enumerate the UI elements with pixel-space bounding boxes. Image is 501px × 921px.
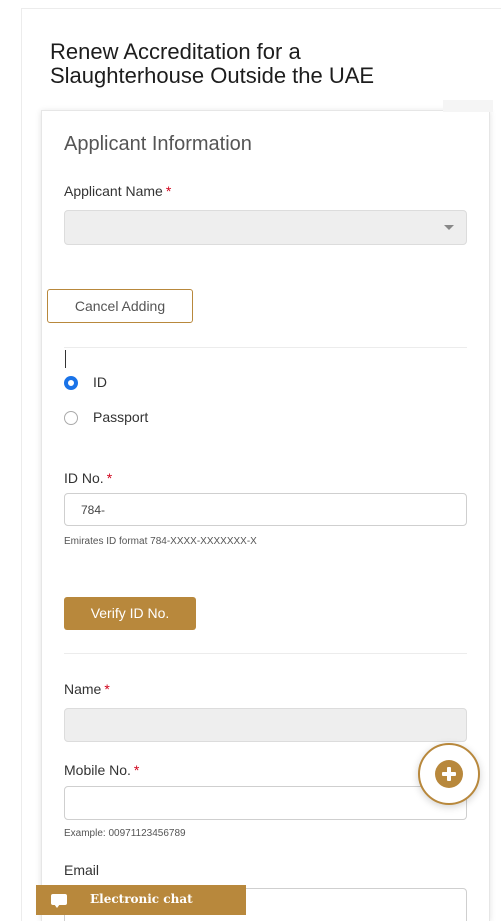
mobile-label: Mobile No. * bbox=[64, 762, 139, 778]
radio-label-passport: Passport bbox=[93, 409, 149, 425]
chevron-down-icon bbox=[444, 225, 454, 230]
radio-unselected-icon[interactable] bbox=[64, 411, 78, 425]
id-number-input[interactable]: 784- bbox=[64, 493, 467, 526]
page-title: Renew Accreditation for a Slaughterhouse… bbox=[50, 39, 375, 88]
radio-label-id: ID bbox=[93, 374, 107, 390]
email-label: Email bbox=[64, 862, 100, 878]
id-number-label-text: ID No. bbox=[64, 470, 104, 486]
card-header-strip bbox=[443, 100, 493, 112]
add-floating-button[interactable] bbox=[418, 743, 480, 805]
required-mark: * bbox=[106, 470, 113, 486]
id-number-label: ID No. * bbox=[64, 470, 112, 486]
id-number-value: 784- bbox=[81, 503, 106, 517]
chat-bubble-icon bbox=[51, 894, 67, 908]
divider bbox=[64, 653, 467, 654]
id-number-help: Emirates ID format 784-XXXX-XXXXXXX-X bbox=[64, 536, 257, 547]
applicant-name-label: Applicant Name * bbox=[64, 183, 171, 199]
cancel-adding-button[interactable]: Cancel Adding bbox=[47, 289, 193, 323]
mobile-input[interactable] bbox=[64, 786, 467, 820]
mobile-label-text: Mobile No. bbox=[64, 762, 131, 778]
name-label: Name * bbox=[64, 681, 110, 697]
section-title: Applicant Information bbox=[64, 133, 252, 155]
required-mark: * bbox=[133, 762, 140, 778]
text-cursor bbox=[65, 350, 66, 368]
plus-circle-icon bbox=[435, 760, 463, 788]
required-mark: * bbox=[104, 681, 110, 697]
mobile-help: Example: 00971123456789 bbox=[64, 828, 186, 839]
name-label-text: Name bbox=[64, 681, 102, 697]
divider bbox=[64, 347, 467, 348]
radio-selected-icon[interactable] bbox=[64, 376, 78, 390]
required-mark: * bbox=[165, 183, 172, 199]
chat-label: Electronic chat bbox=[90, 892, 193, 906]
applicant-name-select[interactable] bbox=[64, 210, 467, 245]
name-input[interactable] bbox=[64, 708, 467, 742]
verify-id-button[interactable]: Verify ID No. bbox=[64, 597, 196, 630]
applicant-name-label-text: Applicant Name bbox=[64, 183, 163, 199]
electronic-chat-button[interactable]: Electronic chat bbox=[36, 885, 246, 915]
